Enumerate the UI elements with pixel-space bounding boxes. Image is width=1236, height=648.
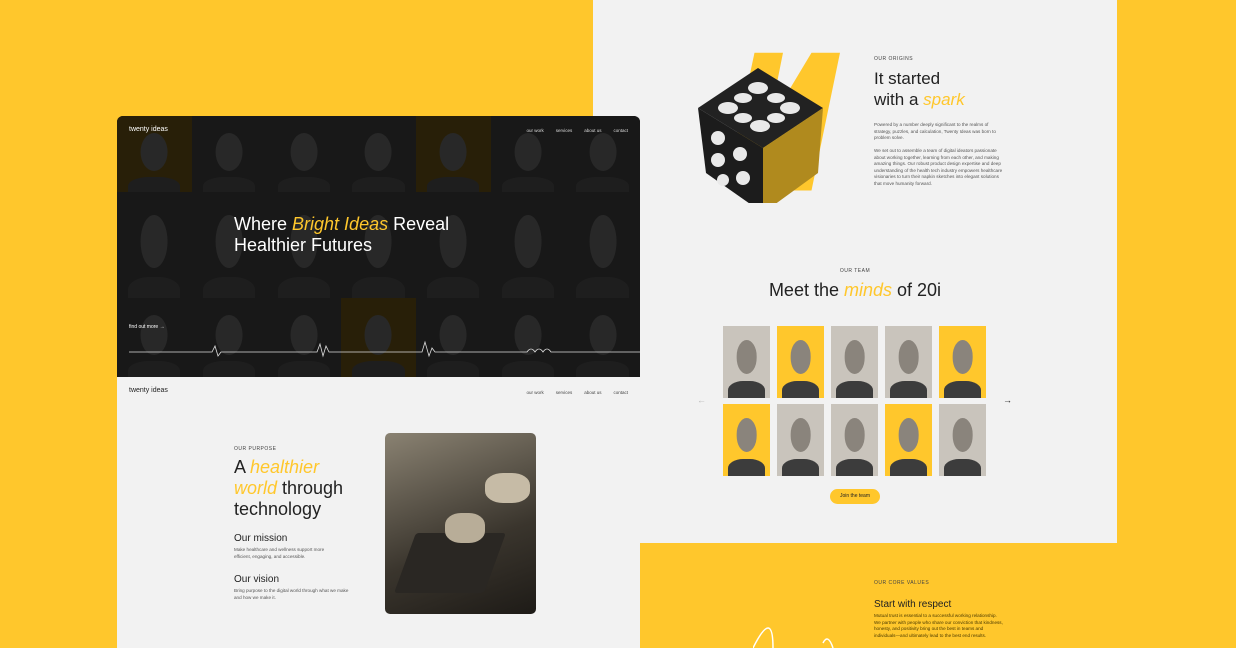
values-eyebrow: OUR CORE VALUES <box>874 580 930 586</box>
vision-text: Bring purpose to the digital world throu… <box>234 588 349 600</box>
logo[interactable]: twenty ideas <box>129 126 168 133</box>
nav-our-work[interactable]: our work <box>526 128 543 133</box>
heading-accent: spark <box>923 90 965 109</box>
purpose-eyebrow: OUR PURPOSE <box>234 446 277 452</box>
team-member-photo[interactable] <box>885 326 932 398</box>
purpose-page-mockup: twenty ideas our work services about us con… <box>117 377 640 648</box>
nav-contact[interactable]: contact <box>613 128 628 133</box>
values-text: Mutual trust is essential to a successfu… <box>874 613 1003 638</box>
title-text: Reveal <box>388 214 450 234</box>
nav-services[interactable]: services <box>556 128 573 133</box>
purpose-nav: our work services about us contact <box>526 390 628 395</box>
title-accent: Bright Ideas <box>292 214 389 234</box>
join-team-button[interactable]: Join the team <box>830 489 880 504</box>
heading-accent: healthier <box>250 457 320 477</box>
origins-paragraph-1: Powered by a number deeply significant t… <box>874 122 996 141</box>
heading-line: technology <box>234 499 322 519</box>
team-member-photo[interactable] <box>777 326 824 398</box>
heading-accent: world <box>234 478 278 498</box>
heading-accent: minds <box>843 280 892 300</box>
team-member-photo[interactable] <box>831 404 878 476</box>
rubiks-cube-illustration <box>698 52 840 203</box>
arrow-left-icon[interactable]: ← <box>697 395 706 405</box>
heading-text: through <box>277 478 344 498</box>
team-member-photo[interactable] <box>939 404 986 476</box>
title-text: Where <box>234 214 293 234</box>
team-member-photo[interactable] <box>777 404 824 476</box>
team-member-photo[interactable] <box>723 326 770 398</box>
origins-heading: It started with a spark <box>874 68 965 110</box>
logo[interactable]: twenty ideas <box>129 387 168 394</box>
arrow-right-icon: → <box>159 324 165 330</box>
team-member-photo[interactable] <box>723 404 770 476</box>
values-title: Start with respect <box>874 599 952 610</box>
mission-text: Make healthcare and wellness support mor… <box>234 547 325 559</box>
about-page-mockup: OUR ORIGINS It started with a spark Powe… <box>593 0 1117 543</box>
hero-nav: our work services about us contact <box>526 128 628 133</box>
team-heading: Meet the minds of 20i <box>593 280 1117 301</box>
purpose-heading: A healthier world through technology <box>234 457 343 520</box>
heading-text: Meet the <box>768 280 844 300</box>
title-line: Healthier Futures <box>234 235 373 255</box>
nav-about-us[interactable]: about us <box>584 128 601 133</box>
heading-text: with a <box>874 90 924 109</box>
heading-text: A <box>234 457 251 477</box>
spark-line-decoration <box>753 627 834 648</box>
link-text: find out more <box>129 324 159 330</box>
heading-text: of 20i <box>892 280 942 300</box>
heading-line: It started <box>874 69 941 88</box>
laptop-hands-photo <box>385 433 536 614</box>
nav-contact[interactable]: contact <box>613 390 628 395</box>
heartbeat-line <box>129 340 640 358</box>
mission-title: Our mission <box>234 533 288 544</box>
hero-title: Where Bright Ideas Reveal Healthier Futu… <box>234 214 449 256</box>
origins-paragraph-2: We set out to assemble a team of digital… <box>874 148 1003 186</box>
nav-services[interactable]: services <box>556 390 573 395</box>
team-member-photo[interactable] <box>885 404 932 476</box>
find-out-more-link[interactable]: find out more → <box>129 324 165 330</box>
team-grid <box>723 326 986 476</box>
team-member-photo[interactable] <box>831 326 878 398</box>
values-section: OUR CORE VALUES Start with respect Mutua… <box>593 543 1117 648</box>
home-hero-mockup: twenty ideas our work services about us con… <box>117 116 640 377</box>
nav-about-us[interactable]: about us <box>584 390 601 395</box>
team-eyebrow: OUR TEAM <box>839 268 871 274</box>
vision-title: Our vision <box>234 574 280 585</box>
origins-eyebrow: OUR ORIGINS <box>874 56 914 62</box>
arrow-right-icon[interactable]: → <box>1003 395 1012 405</box>
team-member-photo[interactable] <box>939 326 986 398</box>
nav-our-work[interactable]: our work <box>526 390 543 395</box>
